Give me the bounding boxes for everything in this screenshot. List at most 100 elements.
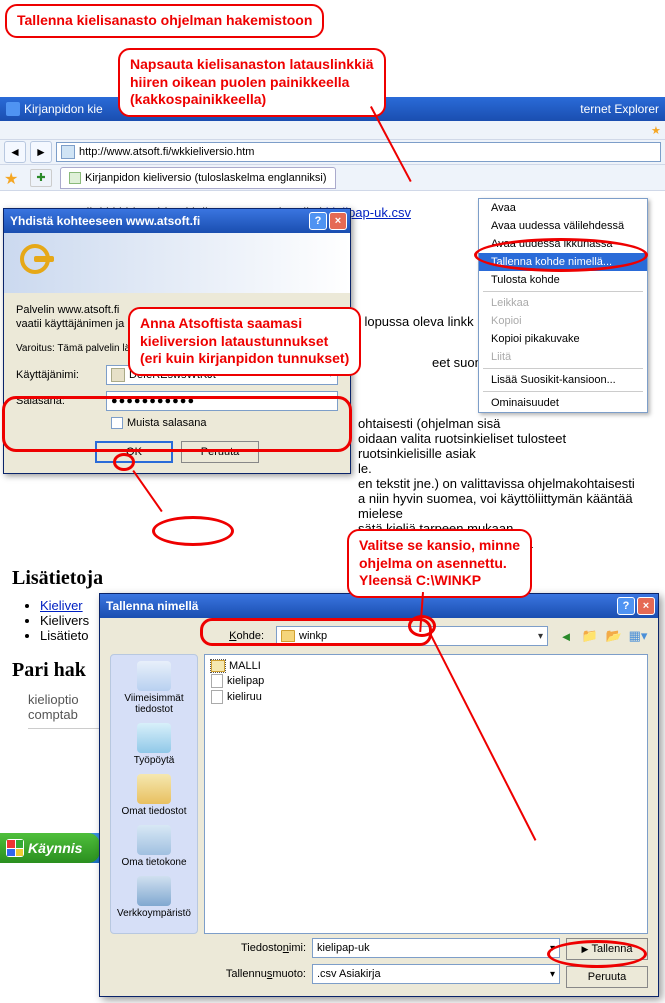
page-text-fragment: le. bbox=[358, 461, 653, 476]
place-desktop[interactable]: Työpöytä bbox=[134, 723, 175, 766]
ie-title-left: Kirjanpidon kie bbox=[24, 102, 103, 116]
ctx-separator bbox=[483, 291, 643, 292]
file-icon bbox=[211, 674, 223, 688]
remember-label: Muista salasana bbox=[127, 417, 207, 429]
close-button[interactable]: × bbox=[637, 597, 655, 615]
link[interactable]: Kieliver bbox=[40, 598, 83, 613]
filename-label: Tiedostonimi: bbox=[198, 942, 306, 954]
kohde-label: KKohde:ohde: bbox=[198, 630, 268, 642]
nav-back-button[interactable]: ◄ bbox=[4, 141, 26, 163]
file-item[interactable]: kielipap bbox=[209, 673, 643, 689]
ctx-open-tab[interactable]: Avaa uudessa välilehdessä bbox=[479, 217, 647, 235]
tab-title: Kirjanpidon kieliversio (tuloslaskelma e… bbox=[85, 172, 327, 184]
nav-back-icon[interactable]: ◄ bbox=[556, 626, 576, 646]
annotation-3: Anna Atsoftista saamasi kieliversion lat… bbox=[128, 307, 361, 376]
place-recent[interactable]: Viimeisimmät tiedostot bbox=[113, 661, 195, 715]
place-mycomputer[interactable]: Oma tietokone bbox=[121, 825, 186, 868]
chevron-down-icon[interactable]: ▾ bbox=[538, 631, 543, 642]
folder-icon bbox=[281, 630, 295, 642]
network-icon bbox=[137, 876, 171, 906]
address-bar[interactable]: http://www.atsoft.fi/wkkieliversio.htm bbox=[56, 142, 661, 162]
place-mydocs[interactable]: Omat tiedostot bbox=[121, 774, 186, 817]
filename-input[interactable]: kielipap-uk ▾ bbox=[312, 938, 560, 958]
page-text-fragment: oidaan valita ruotsinkieliset tulosteet … bbox=[358, 431, 653, 461]
chevron-down-icon[interactable]: ▾ bbox=[550, 943, 555, 954]
mycomputer-icon bbox=[137, 825, 171, 855]
annotation-1: Tallenna kielisanasto ohjelman hakemisto… bbox=[5, 4, 324, 38]
ctx-paste: Liitä bbox=[479, 348, 647, 366]
auth-title: Yhdistä kohteeseen www.atsoft.fi bbox=[10, 214, 200, 228]
place-network[interactable]: Verkkoympäristö bbox=[117, 876, 191, 919]
ie-favbar: ★ ✚ Kirjanpidon kieliversio (tuloslaskel… bbox=[0, 165, 665, 191]
file-item[interactable]: kieliruu bbox=[209, 689, 643, 705]
page-text-fragment: en tekstit jne.) on valittavissa ohjelma… bbox=[358, 476, 653, 491]
annotation-2: Napsauta kielisanaston latauslinkkiä hii… bbox=[118, 48, 386, 117]
page-text-fragment: a niin hyvin suomea, voi käyttöliittymän… bbox=[358, 491, 653, 521]
start-button[interactable]: Käynnis bbox=[0, 833, 100, 863]
auth-banner bbox=[4, 233, 350, 293]
ctx-open[interactable]: Avaa bbox=[479, 199, 647, 217]
save-titlebar[interactable]: Tallenna nimellä ? × bbox=[100, 594, 658, 618]
cancel-button[interactable]: Peruuta bbox=[181, 441, 259, 463]
password-value: ●●●●●●●●●●● bbox=[111, 395, 195, 407]
cancel-button[interactable]: Peruuta bbox=[566, 966, 648, 988]
page-text-fragment: ohtaisesti (ohjelman sisä bbox=[358, 416, 653, 431]
ie-menubar[interactable]: ★ bbox=[0, 121, 665, 139]
kohde-select[interactable]: winkp ▾ bbox=[276, 626, 548, 646]
ie-title-right: ternet Explorer bbox=[580, 102, 659, 116]
ctx-open-window[interactable]: Avaa uudessa ikkunassa bbox=[479, 235, 647, 253]
fav-star-icon[interactable]: ★ bbox=[645, 122, 659, 136]
places-bar: Viimeisimmät tiedostot Työpöytä Omat tie… bbox=[110, 654, 198, 934]
ctx-properties[interactable]: Ominaisuudet bbox=[479, 394, 647, 412]
new-folder-icon[interactable]: 📂 bbox=[604, 626, 624, 646]
ie-icon bbox=[6, 102, 20, 116]
tab-icon bbox=[69, 172, 81, 184]
context-menu: Avaa Avaa uudessa välilehdessä Avaa uude… bbox=[478, 198, 648, 413]
file-item-folder[interactable]: MALLI bbox=[209, 659, 643, 673]
auth-titlebar[interactable]: Yhdistä kohteeseen www.atsoft.fi ? × bbox=[4, 209, 350, 233]
filetype-select[interactable]: .csv Asiakirja ▾ bbox=[312, 964, 560, 984]
view-menu-icon[interactable]: ▦▾ bbox=[628, 626, 648, 646]
save-title: Tallenna nimellä bbox=[106, 599, 198, 613]
ctx-separator bbox=[483, 391, 643, 392]
ctx-separator bbox=[483, 368, 643, 369]
password-input[interactable]: ●●●●●●●●●●● bbox=[106, 391, 338, 411]
username-label: Käyttäjänimi: bbox=[16, 369, 106, 381]
remember-row[interactable]: Muista salasana bbox=[111, 417, 338, 429]
remember-checkbox[interactable] bbox=[111, 417, 123, 429]
ctx-copy-shortcut[interactable]: Kopioi pikakuvake bbox=[479, 330, 647, 348]
filetype-label: Tallennusmuoto: bbox=[198, 968, 306, 980]
ctx-add-favorites[interactable]: Lisää Suosikit-kansioon... bbox=[479, 371, 647, 389]
file-list[interactable]: MALLI kielipap kieliruu bbox=[204, 654, 648, 934]
file-icon bbox=[211, 690, 223, 704]
browser-tab[interactable]: Kirjanpidon kieliversio (tuloslaskelma e… bbox=[60, 167, 336, 189]
folder-icon bbox=[211, 660, 225, 672]
add-fav-button[interactable]: ✚ bbox=[30, 169, 52, 187]
close-button[interactable]: × bbox=[329, 212, 347, 230]
mydocs-icon bbox=[137, 774, 171, 804]
save-button[interactable]: ▶Tallenna bbox=[566, 938, 648, 960]
ie-navbar: ◄ ► http://www.atsoft.fi/wkkieliversio.h… bbox=[0, 139, 665, 165]
heading-lisatietoja: Lisätietoja bbox=[12, 567, 653, 590]
help-button[interactable]: ? bbox=[309, 212, 327, 230]
ok-button[interactable]: OK bbox=[95, 441, 173, 463]
desktop-icon bbox=[137, 723, 171, 753]
ctx-save-target-as[interactable]: Tallenna kohde nimellä... bbox=[479, 253, 647, 271]
page-icon bbox=[61, 145, 75, 159]
chevron-down-icon[interactable]: ▾ bbox=[550, 969, 555, 980]
ctx-print-target[interactable]: Tulosta kohde bbox=[479, 271, 647, 289]
save-as-dialog: Tallenna nimellä ? × KKohde:ohde: winkp … bbox=[99, 593, 659, 997]
user-icon bbox=[111, 368, 125, 382]
nav-fwd-button[interactable]: ► bbox=[30, 141, 52, 163]
kohde-value: winkp bbox=[299, 630, 327, 642]
help-button[interactable]: ? bbox=[617, 597, 635, 615]
password-label: Salasana: bbox=[16, 395, 106, 407]
ctx-cut: Leikkaa bbox=[479, 294, 647, 312]
favorites-star-icon[interactable]: ★ bbox=[4, 169, 22, 187]
windows-logo-icon bbox=[6, 839, 24, 857]
url-text: http://www.atsoft.fi/wkkieliversio.htm bbox=[79, 146, 254, 158]
folder-up-icon[interactable]: 📁 bbox=[580, 626, 600, 646]
keys-icon bbox=[16, 242, 58, 284]
taskbar: Käynnis bbox=[0, 833, 100, 863]
recent-icon bbox=[137, 661, 171, 691]
